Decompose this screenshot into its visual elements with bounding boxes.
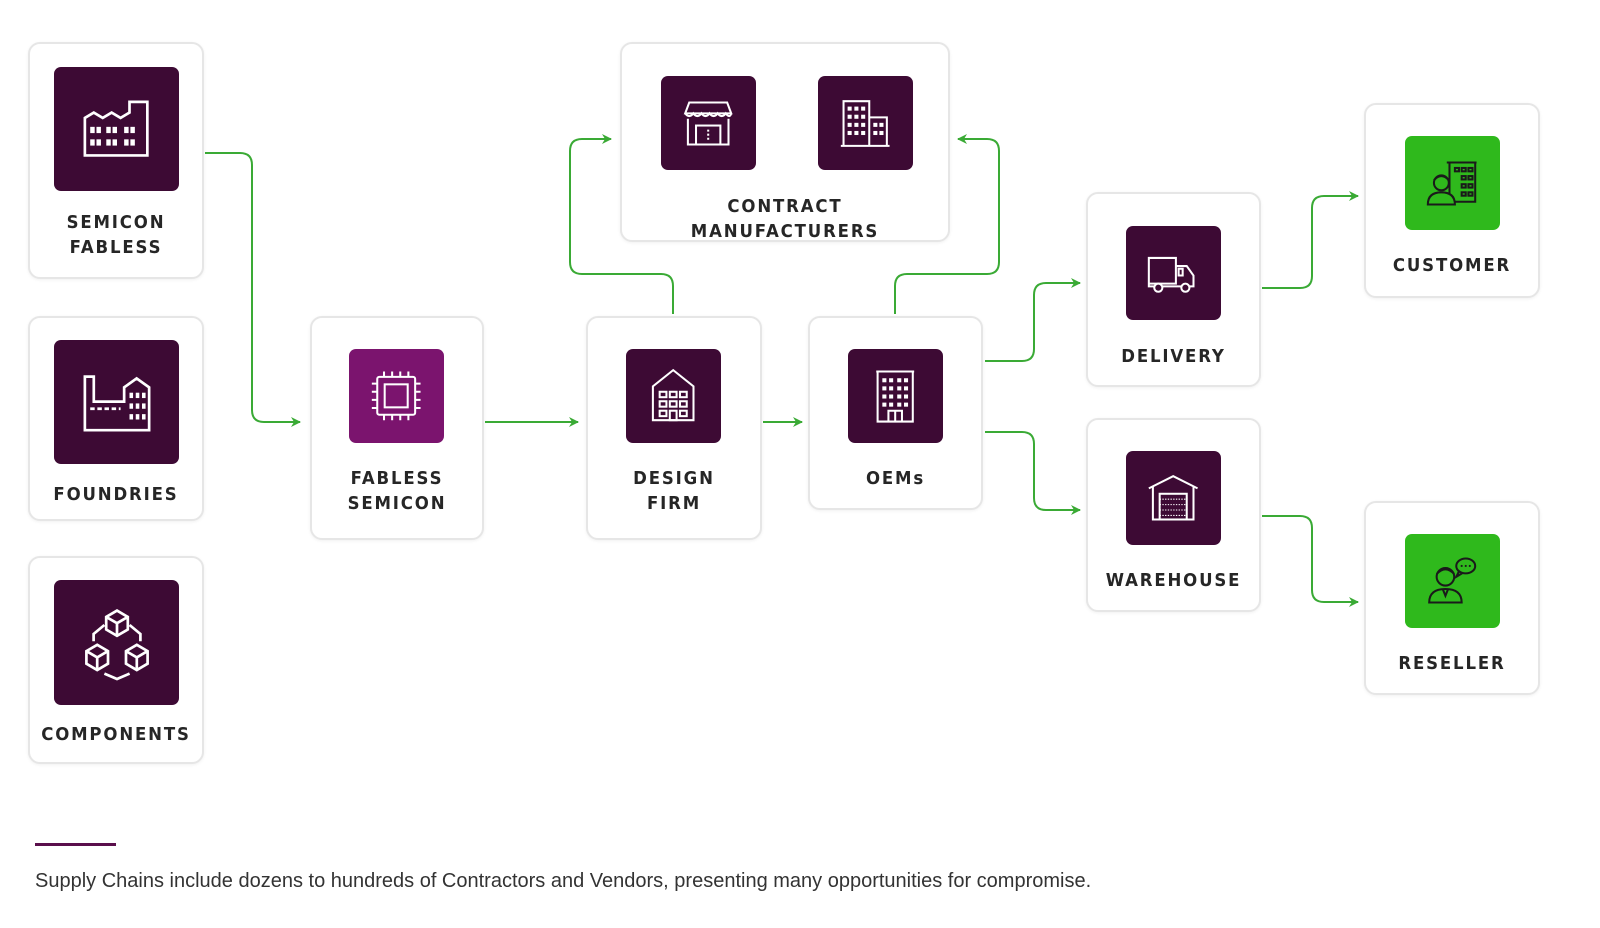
cubes-icon [54, 580, 179, 705]
node-delivery: DELIVERY [1086, 192, 1261, 387]
node-semicon-fabless: SEMICON FABLESS [28, 42, 204, 279]
node-reseller: RESELLER [1364, 501, 1540, 695]
label-line: SEMICON [347, 493, 447, 514]
office-building-icon [848, 349, 943, 443]
node-warehouse: WAREHOUSE [1086, 418, 1261, 612]
person-chat-icon [1405, 534, 1500, 628]
label-line: SEMICON [66, 212, 166, 233]
node-oems: OEMs [808, 316, 983, 510]
label-line: WAREHOUSE [1105, 570, 1242, 591]
label-line: FABLESS [69, 237, 163, 258]
label-line: OEMs [865, 468, 926, 489]
node-label: CONTRACT MANUFACTURERS [635, 194, 935, 244]
label-line: DELIVERY [1121, 346, 1226, 367]
label-line: RESELLER [1398, 653, 1506, 674]
label-line: DESIGN [633, 468, 715, 489]
node-label: CUSTOMER [1373, 253, 1531, 278]
edge-semicon-fabless-to-fabless-semicon [205, 152, 301, 427]
label-line: COMPONENTS [41, 724, 191, 745]
house-building-icon [626, 349, 721, 443]
truck-icon [1126, 226, 1221, 320]
node-label: WAREHOUSE [1095, 568, 1252, 593]
factory-icon [54, 67, 179, 191]
node-fabless-semicon: FABLESS SEMICON [310, 316, 484, 540]
person-building-icon [1405, 136, 1500, 230]
edge-oems-to-delivery [985, 278, 1081, 362]
node-label: RESELLER [1373, 651, 1531, 676]
node-label: SEMICON FABLESS [37, 210, 195, 260]
node-contract-manufacturers: CONTRACT MANUFACTURERS [620, 42, 950, 242]
node-label: OEMs [817, 466, 974, 491]
label-line: CUSTOMER [1392, 255, 1512, 276]
label-line: FOUNDRIES [53, 484, 179, 505]
node-label: DESIGN FIRM [595, 466, 753, 516]
node-label: COMPONENTS [37, 722, 195, 747]
edge-delivery-to-customer [1262, 191, 1359, 289]
node-customer: CUSTOMER [1364, 103, 1540, 298]
label-line: CONTRACT MANUFACTURERS [690, 196, 880, 242]
label-line: FABLESS [350, 468, 444, 489]
label-line: FIRM [646, 493, 702, 514]
node-label: FABLESS SEMICON [319, 466, 475, 516]
edge-oems-to-warehouse [985, 431, 1081, 515]
node-label: FOUNDRIES [37, 482, 195, 507]
caption-accent-rule [35, 843, 116, 846]
city-buildings-icon [818, 76, 913, 170]
foundry-icon [54, 340, 179, 464]
node-components: COMPONENTS [28, 556, 204, 764]
caption: Supply Chains include dozens to hundreds… [35, 870, 1092, 892]
node-foundries: FOUNDRIES [28, 316, 204, 521]
warehouse-icon [1126, 451, 1221, 545]
edge-warehouse-to-reseller [1262, 515, 1359, 607]
chip-icon [349, 349, 444, 443]
node-design-firm: DESIGN FIRM [586, 316, 762, 540]
storefront-icon [661, 76, 756, 170]
node-label: DELIVERY [1095, 344, 1252, 369]
